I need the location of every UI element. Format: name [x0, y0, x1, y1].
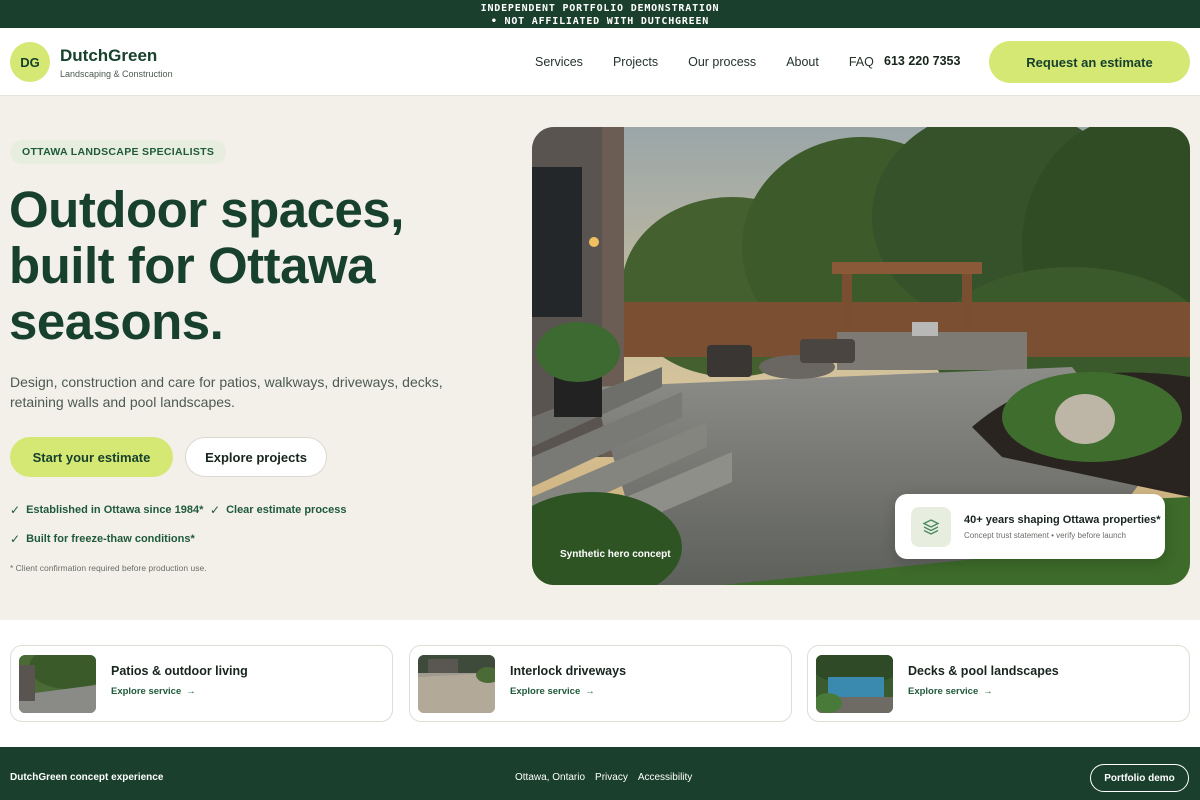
explore-service-link[interactable]: Explore service →: [510, 686, 595, 697]
hero-subtext: Design, construction and care for patios…: [10, 374, 443, 410]
arrow-right-icon: →: [585, 686, 595, 697]
explore-service-link[interactable]: Explore service →: [908, 686, 993, 697]
disclaimer-line-1: INDEPENDENT PORTFOLIO DEMONSTRATION: [480, 3, 720, 14]
check-icon: ✓: [210, 503, 221, 517]
nav-our-process[interactable]: Our process: [688, 55, 756, 69]
check-label: Clear estimate process: [226, 504, 347, 516]
eyebrow-badge: OTTAWA LANDSCAPE SPECIALISTS: [10, 140, 227, 164]
hero-image-caption: Synthetic hero concept: [560, 549, 671, 560]
check-label: Built for freeze-thaw conditions*: [26, 533, 195, 545]
explore-service-link[interactable]: Explore service →: [111, 686, 196, 697]
service-title: Interlock driveways: [510, 664, 627, 678]
brand-tagline: Landscaping & Construction: [60, 69, 173, 79]
hero-headline: Outdoor spaces, built for Ottawa seasons…: [9, 181, 404, 350]
nav-faq[interactable]: FAQ: [849, 55, 874, 69]
trust-card: 40+ years shaping Ottawa properties* Con…: [895, 494, 1165, 559]
explore-projects-button[interactable]: Explore projects: [185, 437, 327, 477]
brand-name[interactable]: DutchGreen: [60, 46, 157, 66]
link-label: Explore service: [510, 686, 581, 697]
trust-title: 40+ years shaping Ottawa properties*: [964, 514, 1161, 526]
portfolio-demo-button[interactable]: Portfolio demo: [1090, 764, 1189, 792]
start-estimate-button[interactable]: Start your estimate: [10, 437, 173, 477]
hero-footnote: * Client confirmation required before pr…: [10, 563, 207, 573]
disclaimer-line-2: • NOT AFFILIATED WITH DUTCHGREEN: [490, 16, 710, 27]
site-footer: DutchGreen concept experience Ottawa, On…: [0, 747, 1200, 800]
nav-services[interactable]: Services: [535, 55, 583, 69]
trust-subtitle: Concept trust statement • verify before …: [964, 531, 1126, 540]
nav-about[interactable]: About: [786, 55, 819, 69]
arrow-right-icon: →: [186, 686, 196, 697]
disclaimer-banner: INDEPENDENT PORTFOLIO DEMONSTRATION • NO…: [0, 0, 1200, 28]
service-card-driveways[interactable]: Interlock driveways Explore service →: [409, 645, 792, 722]
check-item-estimate: ✓ Clear estimate process: [210, 503, 347, 517]
check-label: Established in Ottawa since 1984*: [26, 504, 204, 516]
check-item-freeze-thaw: ✓ Built for freeze-thaw conditions*: [10, 532, 195, 546]
service-thumbnail: [19, 655, 96, 713]
service-title: Decks & pool landscapes: [908, 664, 1059, 678]
check-icon: ✓: [10, 532, 21, 546]
main-nav: Services Projects Our process About FAQ: [520, 28, 889, 96]
logo-badge[interactable]: DG: [10, 42, 50, 82]
arrow-right-icon: →: [983, 686, 993, 697]
footer-location: Ottawa, Ontario: [515, 772, 586, 783]
service-card-decks-pools[interactable]: Decks & pool landscapes Explore service →: [807, 645, 1190, 722]
check-item-established: ✓ Established in Ottawa since 1984*: [10, 503, 203, 517]
footer-brand-text: DutchGreen concept experience: [10, 772, 164, 783]
request-estimate-button[interactable]: Request an estimate: [989, 41, 1190, 83]
footer-link-privacy[interactable]: Privacy: [595, 772, 628, 783]
hero-section: OTTAWA LANDSCAPE SPECIALISTS Outdoor spa…: [0, 96, 1200, 620]
footer-link-accessibility[interactable]: Accessibility: [638, 772, 692, 783]
phone-link[interactable]: 613 220 7353: [884, 54, 960, 68]
service-thumbnail: [418, 655, 495, 713]
footer-links: Ottawa, Ontario Privacy Accessibility: [515, 772, 702, 783]
nav-projects[interactable]: Projects: [613, 55, 658, 69]
service-card-patios[interactable]: Patios & outdoor living Explore service →: [10, 645, 393, 722]
service-title: Patios & outdoor living: [111, 664, 248, 678]
check-icon: ✓: [10, 503, 21, 517]
link-label: Explore service: [908, 686, 979, 697]
services-strip: Patios & outdoor living Explore service →…: [0, 620, 1200, 747]
layers-icon: [911, 507, 951, 547]
site-header: DG DutchGreen Landscaping & Construction…: [0, 28, 1200, 96]
link-label: Explore service: [111, 686, 182, 697]
service-thumbnail: [816, 655, 893, 713]
